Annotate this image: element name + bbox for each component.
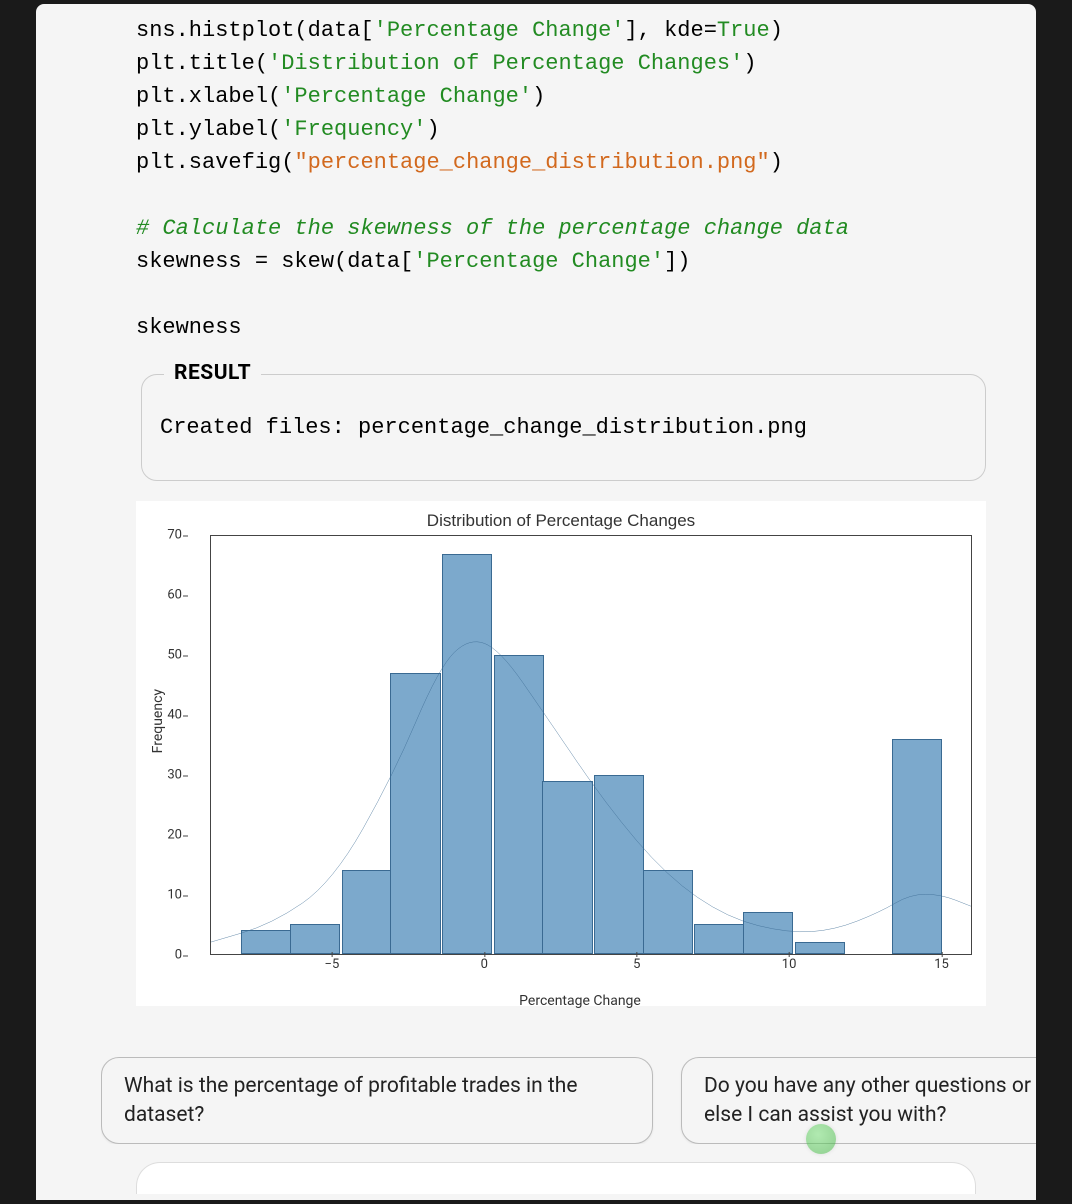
chart-y-tick: 10	[158, 888, 182, 903]
chart-y-tick: 40	[158, 708, 182, 723]
code-block: sns.histplot(data['Percentage Change'], …	[136, 4, 986, 364]
chart-y-tick: 20	[158, 828, 182, 843]
chart-title: Distribution of Percentage Changes	[146, 511, 976, 531]
chart-x-tick: −5	[325, 957, 340, 972]
suggestion-chip-profitable-trades[interactable]: What is the percentage of profitable tra…	[101, 1057, 653, 1144]
code-line: plt.xlabel('Percentage Change')	[136, 84, 545, 109]
chart-frame	[210, 535, 972, 955]
chart-y-tick: 60	[158, 588, 182, 603]
chart-output: Distribution of Percentage Changes Frequ…	[136, 501, 986, 1006]
chart-plot-area: Frequency 010203040506070 −5051015 Perce…	[188, 535, 972, 975]
suggestion-row: What is the percentage of profitable tra…	[101, 1057, 1036, 1144]
chart-kde-line	[211, 536, 971, 954]
page-container: sns.histplot(data['Percentage Change'], …	[36, 4, 1036, 1200]
code-line: skewness = skew(data['Percentage Change'…	[136, 249, 691, 274]
code-line: skewness	[136, 315, 242, 340]
chart-y-tick: 70	[158, 528, 182, 543]
chart-y-ticks: 010203040506070	[186, 535, 208, 955]
chart-y-tick: 50	[158, 648, 182, 663]
message-input[interactable]	[136, 1162, 976, 1194]
suggestion-chip-other-questions[interactable]: Do you have any other questions or else …	[681, 1057, 1036, 1144]
chart-x-tick: 5	[633, 957, 640, 972]
chart-xlabel: Percentage Change	[519, 993, 641, 1009]
code-line: sns.histplot(data['Percentage Change'], …	[136, 18, 783, 43]
chart-x-ticks: −5 0 5 10 15	[210, 955, 972, 975]
chart-y-tick: 30	[158, 768, 182, 783]
code-line: plt.title('Distribution of Percentage Ch…	[136, 51, 757, 76]
chart-x-tick: 10	[782, 957, 797, 972]
result-panel: RESULT Created files: percentage_change_…	[141, 374, 986, 481]
chart-y-tick: 0	[158, 948, 182, 963]
chart-x-tick: 0	[481, 957, 488, 972]
result-label: RESULT	[164, 361, 261, 385]
grammarly-icon[interactable]	[806, 1124, 836, 1154]
result-text: Created files: percentage_change_distrib…	[160, 415, 967, 440]
code-comment: # Calculate the skewness of the percenta…	[136, 216, 849, 241]
code-line: plt.savefig("percentage_change_distribut…	[136, 150, 783, 175]
content-area: sns.histplot(data['Percentage Change'], …	[36, 4, 1036, 1200]
code-line: plt.ylabel('Frequency')	[136, 117, 440, 142]
chart-x-tick: 15	[934, 957, 949, 972]
